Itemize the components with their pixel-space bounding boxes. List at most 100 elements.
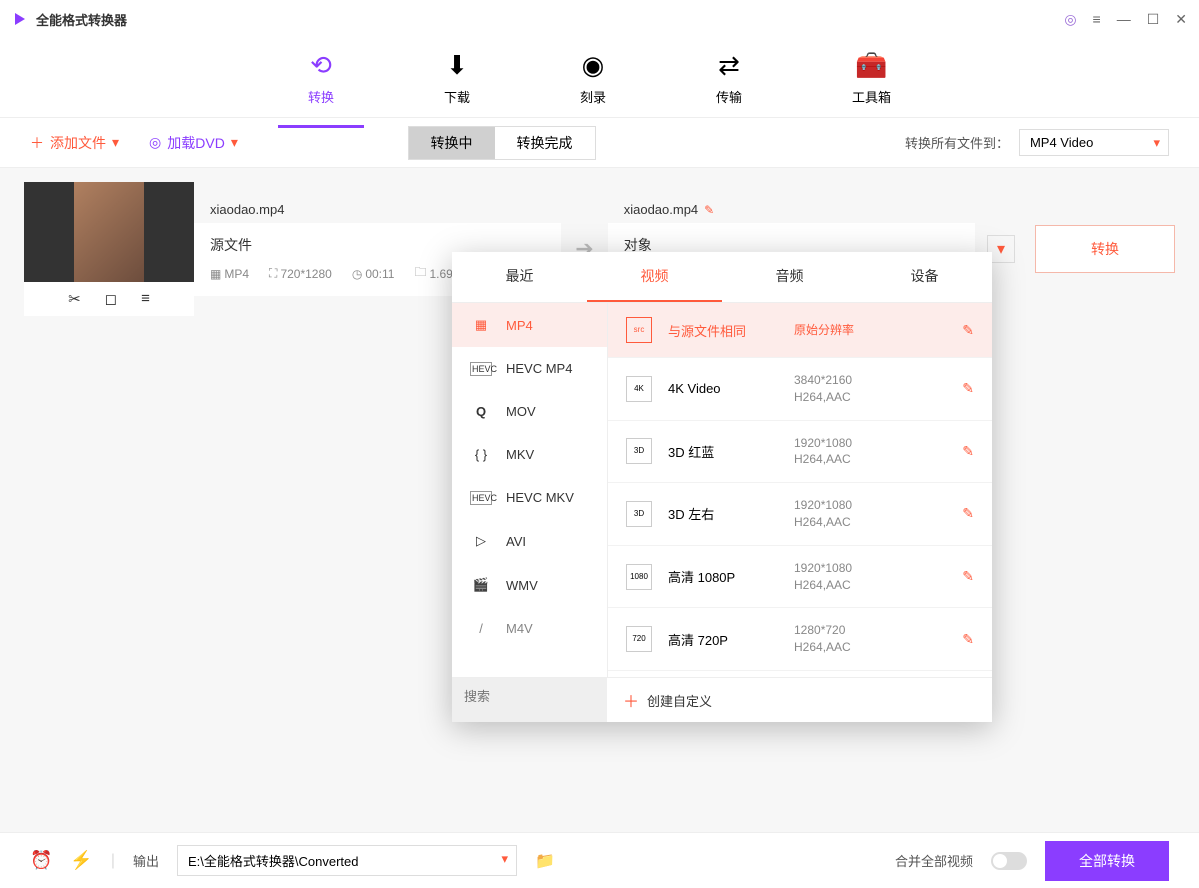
add-file-label: 添加文件 [50, 133, 106, 153]
720p-icon: 720 [626, 626, 652, 652]
download-icon: ⬇ [446, 50, 468, 81]
create-custom-button[interactable]: ＋ 创建自定义 [607, 678, 992, 722]
format-item-wmv[interactable]: 🎬WMV [452, 563, 607, 607]
add-file-button[interactable]: ＋ 添加文件 ▾ [30, 133, 119, 153]
format-picker-popup: 最近 视频 音频 设备 ▦MP4 HEVCHEVC MP4 QMOV { }MK… [452, 252, 992, 722]
merge-toggle[interactable] [991, 852, 1027, 870]
close-icon[interactable]: ✕ [1175, 11, 1187, 28]
dropdown-caret-icon: ▾ [231, 134, 238, 151]
tab-convert[interactable]: ⟲ 转换 [288, 44, 354, 112]
target-filename: xiaodao.mp4 [624, 202, 698, 217]
tab-toolbox[interactable]: 🧰 工具箱 [832, 44, 911, 112]
edit-preset-icon[interactable]: ✎ [962, 443, 974, 460]
tab-burn-label: 刻录 [580, 87, 606, 106]
preset-same-as-source[interactable]: src 与源文件相同 原始分辨率 ✎ [608, 303, 992, 358]
titlebar: 全能格式转换器 ◎ ≡ — ☐ ✕ [0, 0, 1199, 38]
app-title: 全能格式转换器 [36, 10, 1064, 29]
quicktime-icon: Q [470, 404, 492, 419]
film-icon: ▦ [470, 317, 492, 333]
load-dvd-button[interactable]: ◎ 加载DVD ▾ [149, 133, 238, 153]
preset-1080p[interactable]: 1080 高清 1080P 1920*1080H264,AAC ✎ [608, 546, 992, 609]
preset-720p[interactable]: 720 高清 720P 1280*720H264,AAC ✎ [608, 608, 992, 671]
format-item-hevc-mp4[interactable]: HEVCHEVC MP4 [452, 347, 607, 390]
popup-tab-device[interactable]: 设备 [857, 252, 992, 302]
preset-3d-lr[interactable]: 3D 3D 左右 1920*1080H264,AAC ✎ [608, 483, 992, 546]
app-logo-icon [12, 11, 28, 27]
format-item-avi[interactable]: ▷AVI [452, 519, 607, 563]
format-item-m4v[interactable]: /M4V [452, 607, 607, 650]
clapper-icon: 🎬 [470, 577, 492, 593]
format-list: ▦MP4 HEVCHEVC MP4 QMOV { }MKV HEVCHEVC M… [452, 303, 607, 677]
disc-icon: ◎ [149, 134, 161, 151]
popup-tab-recent[interactable]: 最近 [452, 252, 587, 302]
transfer-icon: ⇄ [718, 50, 740, 81]
format-search-input[interactable] [464, 689, 595, 704]
play-circle-icon: ▷ [470, 533, 492, 549]
edit-preset-icon[interactable]: ✎ [962, 631, 974, 648]
user-icon[interactable]: ◎ [1064, 11, 1076, 28]
tab-burn[interactable]: ◉ 刻录 [560, 44, 626, 112]
3d-rb-icon: 3D [626, 438, 652, 464]
hevc-icon: HEVC [470, 491, 492, 505]
src-resolution: ⛶ 720*1280 [269, 266, 332, 281]
tab-download-label: 下载 [444, 87, 470, 106]
bottom-bar: ⏰ ⚡ | 输出 E:\全能格式转换器\Converted 📁 合并全部视频 全… [0, 832, 1199, 888]
convert-icon: ⟲ [310, 50, 332, 81]
seg-converting[interactable]: 转换中 [409, 127, 495, 159]
3d-lr-icon: 3D [626, 501, 652, 527]
tab-toolbox-label: 工具箱 [852, 87, 891, 106]
source-filename: xiaodao.mp4 [210, 202, 284, 217]
schedule-icon[interactable]: ⏰ [30, 850, 52, 871]
maximize-icon[interactable]: ☐ [1147, 11, 1160, 28]
edit-name-icon[interactable]: ✎ [704, 203, 714, 217]
burn-icon: ◉ [582, 50, 605, 81]
dropdown-caret-icon: ▾ [112, 134, 119, 151]
seg-done[interactable]: 转换完成 [495, 127, 595, 159]
create-custom-label: 创建自定义 [647, 691, 712, 710]
adjust-icon[interactable]: ≡ [141, 290, 150, 308]
plus-icon: ＋ [30, 133, 44, 153]
preset-4k[interactable]: 4K 4K Video 3840*2160H264,AAC ✎ [608, 358, 992, 421]
popup-tab-video[interactable]: 视频 [587, 252, 722, 302]
edit-preset-icon[interactable]: ✎ [962, 380, 974, 397]
tab-transfer[interactable]: ⇄ 传输 [696, 44, 762, 112]
tab-transfer-label: 传输 [716, 87, 742, 106]
format-search-box[interactable] [452, 678, 607, 722]
output-label: 输出 [133, 851, 159, 870]
output-path-dropdown[interactable]: E:\全能格式转换器\Converted [177, 845, 517, 876]
gpu-accel-icon[interactable]: ⚡ [70, 850, 92, 871]
output-path-value: E:\全能格式转换器\Converted [188, 854, 359, 869]
edit-preset-icon[interactable]: ✎ [962, 568, 974, 585]
menu-icon[interactable]: ≡ [1093, 11, 1101, 27]
toolbar: ＋ 添加文件 ▾ ◎ 加载DVD ▾ 转换中 转换完成 转换所有文件到： MP4… [0, 118, 1199, 168]
src-duration: ◷ 00:11 [352, 267, 395, 281]
output-format-value: MP4 Video [1030, 135, 1093, 150]
minimize-icon[interactable]: — [1117, 11, 1131, 27]
src-format: ▦ MP4 [210, 267, 249, 281]
source-icon: src [626, 317, 652, 343]
1080p-icon: 1080 [626, 564, 652, 590]
hevc-icon: HEVC [470, 362, 492, 376]
format-item-mov[interactable]: QMOV [452, 390, 607, 433]
video-thumbnail[interactable] [24, 182, 194, 282]
output-format-dropdown[interactable]: MP4 Video [1019, 129, 1169, 156]
open-folder-icon[interactable]: 📁 [535, 851, 555, 871]
tab-download[interactable]: ⬇ 下载 [424, 44, 490, 112]
crop-icon[interactable]: ◻ [105, 290, 117, 308]
load-dvd-label: 加载DVD [167, 133, 225, 153]
format-item-mkv[interactable]: { }MKV [452, 433, 607, 476]
format-item-mp4[interactable]: ▦MP4 [452, 303, 607, 347]
edit-preset-icon[interactable]: ✎ [962, 322, 974, 339]
trim-icon[interactable]: ✂ [68, 290, 81, 308]
preset-list: src 与源文件相同 原始分辨率 ✎ 4K 4K Video 3840*2160… [607, 303, 992, 677]
convert-button[interactable]: 转换 [1035, 225, 1175, 273]
merge-label: 合并全部视频 [895, 851, 973, 870]
convert-all-button[interactable]: 全部转换 [1045, 841, 1169, 881]
conversion-state-segmented: 转换中 转换完成 [408, 126, 596, 160]
preset-3d-rb[interactable]: 3D 3D 红蓝 1920*1080H264,AAC ✎ [608, 421, 992, 484]
toolbox-icon: 🧰 [855, 50, 887, 81]
format-item-hevc-mkv[interactable]: HEVCHEVC MKV [452, 476, 607, 519]
convert-all-to-label: 转换所有文件到： [905, 133, 1009, 152]
edit-preset-icon[interactable]: ✎ [962, 505, 974, 522]
popup-tab-audio[interactable]: 音频 [722, 252, 857, 302]
